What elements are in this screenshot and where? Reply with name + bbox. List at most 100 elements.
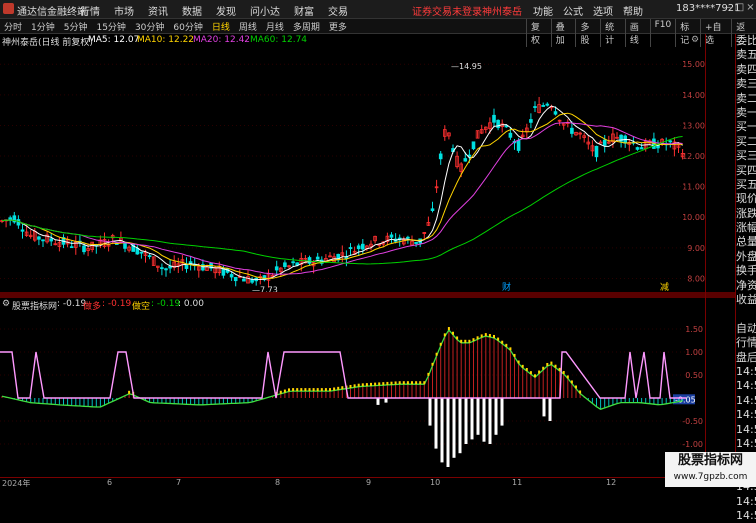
signal-marker — [566, 375, 569, 379]
panel-item: 买三 — [736, 149, 756, 163]
signal-marker — [279, 390, 282, 394]
panel-item: 买二 — [736, 134, 756, 148]
panel-item[interactable]: 14:56 — [736, 365, 756, 379]
menu-item[interactable]: 发现 — [216, 3, 236, 18]
signal-marker — [447, 327, 450, 331]
panel-item: 外盘 — [736, 249, 756, 263]
period-toolbar: 分时 1分钟 5分钟 15分钟 30分钟 60分钟 日线 周线 月线 多周期 更多 复权 叠加 多股 统计… — [0, 19, 756, 47]
candle-body — [41, 239, 45, 242]
candle-body — [553, 111, 558, 115]
sell-volume-bar — [464, 398, 468, 444]
signal-marker — [423, 381, 426, 385]
menu-item[interactable]: 行情 — [80, 3, 100, 18]
panel-item[interactable]: 14:56 — [736, 394, 756, 408]
menu-item[interactable]: 交易 — [328, 3, 348, 18]
signal-marker — [374, 382, 377, 386]
candle-body — [8, 217, 13, 221]
ma-info-bar: 神州泰岳(日线 前复权) MA5: 12.07 MA10: 12.22 MA20… — [0, 34, 706, 48]
high-price-label: —14.95 — [451, 62, 482, 71]
panel-item[interactable]: 14:56 — [736, 437, 756, 451]
candle-body — [545, 103, 550, 106]
period-tab[interactable]: 更多 — [329, 20, 347, 33]
panel-item[interactable]: 14:56 — [736, 379, 756, 393]
period-tab[interactable]: 月线 — [266, 20, 284, 33]
signal-marker — [329, 388, 331, 392]
signal-marker — [128, 390, 131, 394]
indicator-value: : -0.19 — [57, 299, 87, 309]
date-axis: 2024年 6 7 8 9 10 11 12 — [0, 477, 706, 488]
candle-body — [430, 208, 435, 211]
signal-marker — [312, 388, 315, 392]
period-tabs: 分时 1分钟 5分钟 15分钟 30分钟 60分钟 日线 周线 月线 多周期 更多 — [4, 20, 347, 33]
price-axis-label: 8.00 — [687, 274, 705, 283]
candle-body — [147, 255, 152, 258]
period-tab[interactable]: 1分钟 — [31, 20, 55, 33]
pane-divider[interactable] — [0, 292, 735, 298]
panel-item[interactable]: 14:56 — [736, 509, 756, 523]
signal-marker — [283, 389, 286, 393]
price-axis-label: 15.00 — [682, 60, 705, 69]
settings-icon[interactable]: ⚙ — [691, 35, 699, 45]
panel-item: 总量 — [736, 235, 756, 249]
app-title: 通达信金融终端 — [17, 7, 87, 18]
period-tab[interactable]: 周线 — [239, 20, 257, 33]
menu-item[interactable]: 选项 — [593, 3, 613, 18]
signal-marker — [316, 388, 319, 392]
menu-item[interactable]: 公式 — [563, 3, 583, 18]
panel-item[interactable]: 行情 — [736, 336, 756, 350]
sell-volume-bar — [500, 398, 504, 426]
panel-item: 换手 — [736, 264, 756, 278]
menu-item[interactable]: 问小达 — [250, 3, 280, 18]
signal-marker — [357, 383, 360, 387]
period-tab[interactable]: 分时 — [4, 20, 22, 33]
period-tab[interactable]: 5分钟 — [64, 20, 88, 33]
reduce-marker: 减 — [660, 281, 669, 292]
panel-item: 卖二 — [736, 91, 756, 105]
period-tab[interactable]: 30分钟 — [135, 20, 164, 33]
candle-body — [139, 251, 144, 254]
candle-body — [49, 238, 53, 242]
candle-body — [348, 247, 353, 249]
signal-marker — [361, 383, 364, 387]
price-axis-label: 9.00 — [687, 244, 705, 253]
menu-item[interactable]: 市场 — [114, 3, 134, 18]
menu-item[interactable]: 财富 — [294, 3, 314, 18]
candlestick-chart[interactable]: 15.00 14.00 13.00 12.00 11.00 10.00 9.00 8.00 —1… — [0, 46, 706, 292]
panel-item[interactable]: 14:56 — [736, 495, 756, 509]
menu-item[interactable]: 数据 — [182, 3, 202, 18]
signal-marker — [558, 367, 561, 371]
ma5-label: MA5: 12.07 — [88, 35, 140, 45]
period-tab[interactable]: 日线 — [212, 20, 230, 33]
candle-body — [438, 153, 443, 160]
panel-item[interactable]: 14:56 — [736, 408, 756, 422]
signal-marker — [337, 386, 340, 390]
sell-volume-bar — [494, 398, 498, 435]
candle-body — [20, 229, 25, 232]
menu-item[interactable]: 资讯 — [148, 3, 168, 18]
panel-item[interactable]: 盘后 — [736, 351, 756, 365]
period-tab[interactable]: 15分钟 — [96, 20, 125, 33]
period-tab[interactable]: 60分钟 — [173, 20, 202, 33]
sell-volume-bar — [446, 398, 450, 467]
signal-marker — [542, 366, 545, 370]
panel-item: 卖五 — [736, 48, 756, 62]
candle-body — [229, 274, 234, 278]
login-warning[interactable]: 证券交易未登录 — [412, 3, 482, 18]
period-tab[interactable]: 多周期 — [293, 20, 320, 33]
signal-marker — [472, 338, 475, 342]
signal-marker — [464, 339, 467, 343]
signal-marker — [439, 342, 442, 346]
panel-item[interactable]: 自动 — [736, 322, 756, 336]
candle-body — [82, 245, 86, 253]
panel-item[interactable]: 14:56 — [736, 423, 756, 437]
candle-body — [250, 279, 254, 283]
menu-item[interactable]: 功能 — [533, 3, 553, 18]
close-icon[interactable]: × — [744, 2, 756, 15]
price-axis-label: 10.00 — [682, 213, 705, 222]
signal-marker — [525, 368, 528, 372]
indicator-chart[interactable]: 1.501.000.50-0.50-1.00-0.05 — [0, 310, 706, 477]
signal-marker — [304, 388, 307, 392]
menu-item[interactable]: 帮助 — [623, 3, 643, 18]
indicator-icon[interactable]: ⚙ — [2, 299, 10, 309]
signal-marker — [431, 362, 434, 366]
